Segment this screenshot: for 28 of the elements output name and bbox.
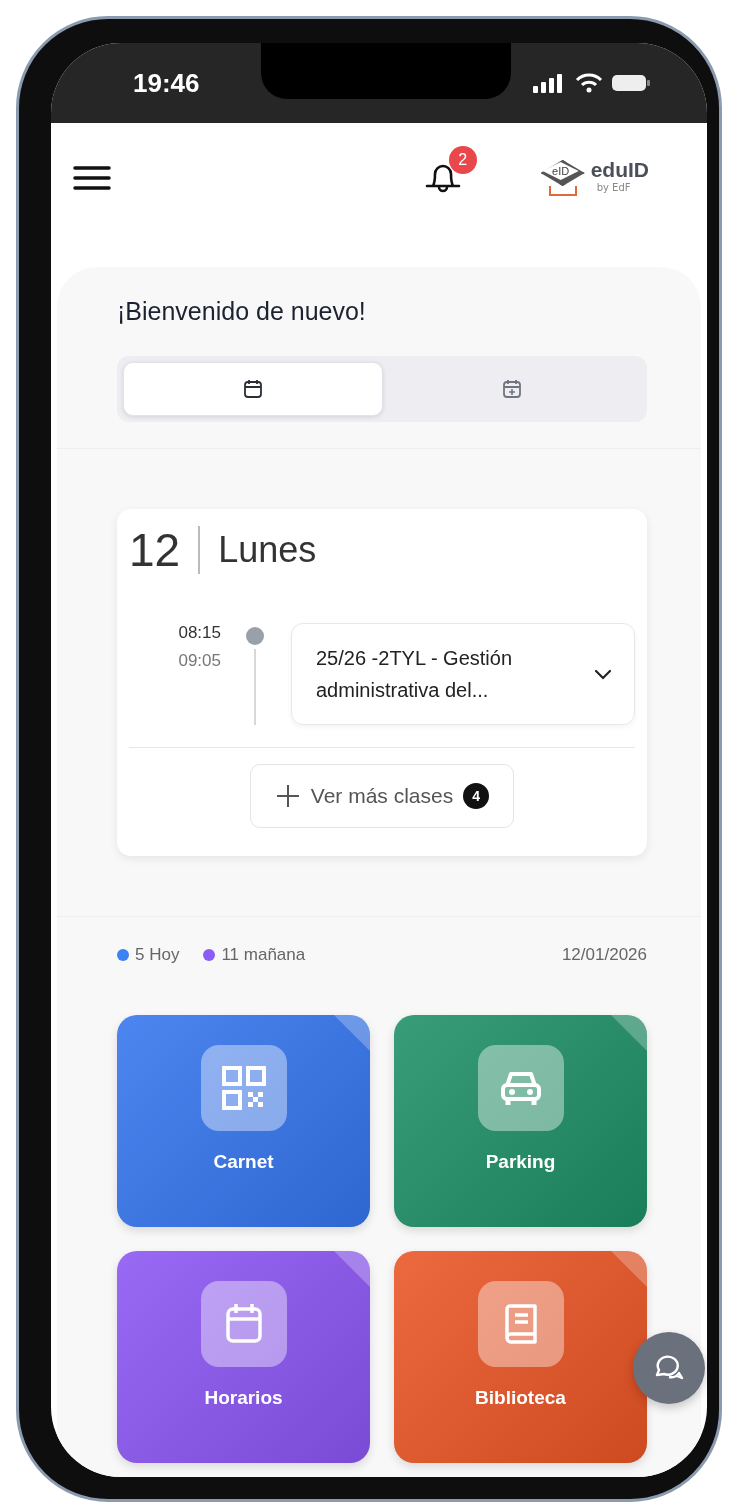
wifi-icon <box>575 73 603 93</box>
menu-icon[interactable] <box>73 165 111 191</box>
app-tile[interactable]: Carnet <box>117 1015 370 1227</box>
start-time: 08:15 <box>178 623 221 643</box>
end-time: 09:05 <box>178 651 221 671</box>
chat-button[interactable] <box>633 1332 705 1404</box>
status-time: 19:46 <box>133 67 200 99</box>
notification-badge: 2 <box>448 146 477 174</box>
logo-name: eduID <box>590 158 649 182</box>
app-tile[interactable]: Horarios <box>117 1251 370 1463</box>
qr-code-icon <box>219 1064 268 1112</box>
logo-tagline: by EdF <box>596 182 632 193</box>
date-label: 12/01/2026 <box>561 945 647 965</box>
legend-label: 5 Hoy <box>135 945 180 965</box>
welcome-title: ¡Bienvenido de nuevo! <box>117 297 367 326</box>
calendar-plus-icon <box>501 378 523 400</box>
class-item[interactable]: 25/26 -2TYL - Gestión administrativa del... <box>291 623 635 725</box>
day-number: 12 <box>129 523 181 577</box>
battery-icon <box>611 73 651 93</box>
count-badge: 4 <box>463 783 490 809</box>
calendar-icon <box>242 378 264 400</box>
legend-label: 11 mañana <box>221 945 306 965</box>
plus-icon <box>274 783 301 809</box>
more-classes-button[interactable]: Ver más clases 4 <box>249 764 515 828</box>
class-title: 25/26 -2TYL - Gestión administrativa del... <box>316 646 514 703</box>
app-tile[interactable]: Biblioteca <box>394 1251 647 1463</box>
weekday: Lunes <box>218 529 317 571</box>
app-tile[interactable]: Parking <box>394 1015 647 1227</box>
